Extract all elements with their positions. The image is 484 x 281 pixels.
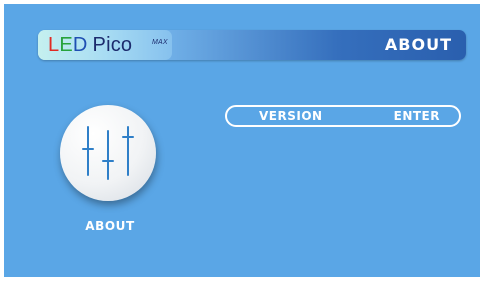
brand-logo: LED Pico MAX — [48, 34, 168, 56]
logo-letter-d: D — [72, 34, 88, 56]
sliders-icon — [82, 126, 134, 180]
logo-max: MAX — [152, 39, 168, 46]
menu-item-enter[interactable]: ENTER — [394, 109, 440, 124]
menu-item-version[interactable]: VERSION ENTER — [225, 105, 461, 127]
page-title: ABOUT — [384, 35, 452, 54]
logo-pico: Pico — [92, 34, 133, 56]
logo-letter-l: L — [48, 34, 60, 56]
projector-menu-screen: LED Pico MAX ABOUT ABOUT VERSION ENTER — [4, 4, 480, 277]
about-category-button[interactable] — [60, 105, 156, 201]
menu-item-label: VERSION — [259, 109, 323, 123]
header-bar: LED Pico MAX ABOUT — [38, 30, 466, 60]
logo-letter-e: E — [59, 34, 73, 56]
brand-logo-badge: LED Pico MAX — [38, 30, 172, 60]
category-label: ABOUT — [85, 219, 135, 233]
